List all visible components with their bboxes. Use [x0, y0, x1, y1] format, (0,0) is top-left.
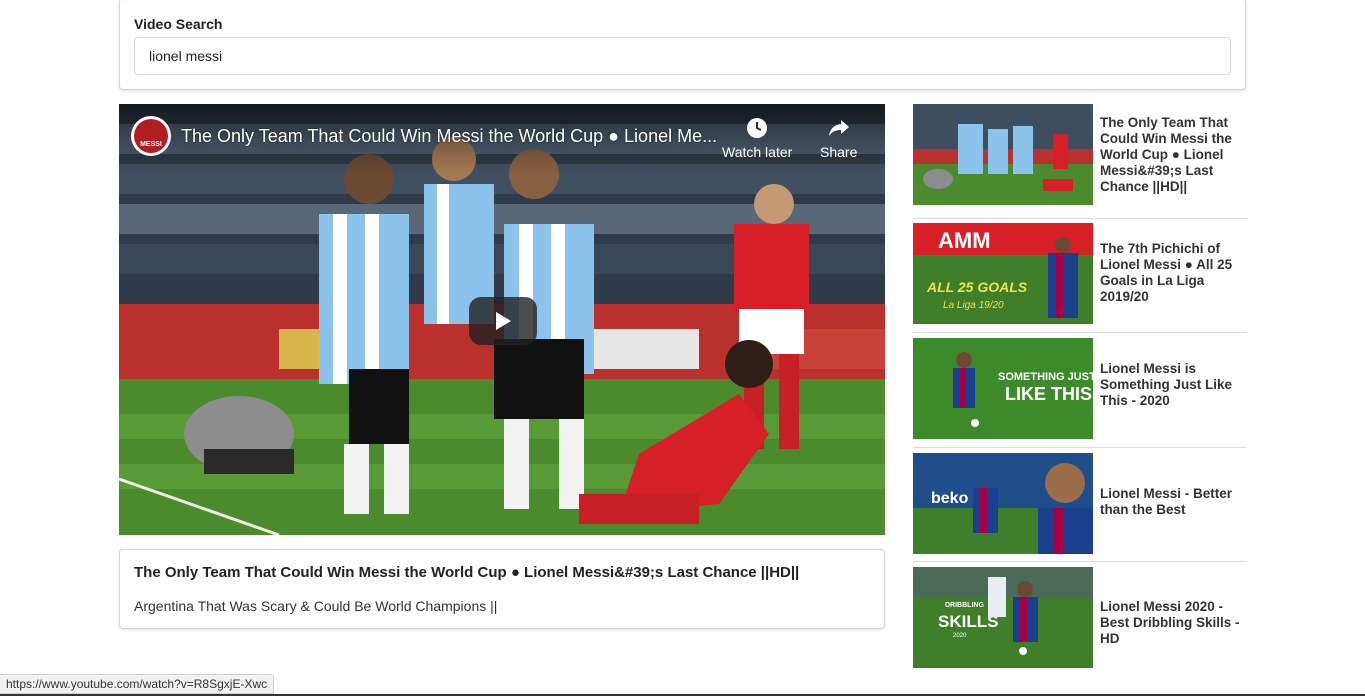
- share-arrow-icon: [828, 120, 849, 136]
- clock-icon: [747, 118, 768, 138]
- play-icon: [496, 312, 511, 330]
- watch-later-label: Watch later: [722, 144, 793, 160]
- search-input[interactable]: [134, 37, 1231, 75]
- search-card: Video Search: [119, 0, 1246, 90]
- video-list-item[interactable]: DRIBBLING SKILLS 2020 Lionel Messi 2020 …: [913, 562, 1247, 677]
- video-thumbnail: AMM ALL 25 GOALS La Liga 19/20: [913, 222, 1093, 324]
- video-list-item[interactable]: AMM ALL 25 GOALS La Liga 19/20 The 7th P…: [913, 219, 1247, 334]
- channel-avatar[interactable]: MESSI: [131, 116, 171, 156]
- video-list-item[interactable]: beko Lionel Messi - Better than the Best: [913, 448, 1247, 563]
- thumbnail-banner-text: AMM: [938, 228, 991, 253]
- video-list-item-title[interactable]: Lionel Messi - Better than the Best: [1100, 486, 1240, 518]
- thumbnail-text: beko: [931, 490, 969, 507]
- player-title[interactable]: The Only Team That Could Win Messi the W…: [181, 126, 721, 147]
- thumbnail-text: ALL 25 GOALS: [926, 279, 1028, 295]
- video-list-item-title[interactable]: Lionel Messi is Something Just Like This…: [1100, 361, 1240, 409]
- video-detail-title: The Only Team That Could Win Messi the W…: [134, 564, 800, 581]
- video-detail-description: Argentina That Was Scary & Could Be Worl…: [134, 598, 498, 614]
- video-player[interactable]: MESSI The Only Team That Could Win Messi…: [119, 104, 885, 535]
- video-thumbnail: [913, 104, 1093, 205]
- video-thumbnail: DRIBBLING SKILLS 2020: [913, 567, 1093, 669]
- video-list-item[interactable]: The Only Team That Could Win Messi the W…: [913, 104, 1247, 219]
- thumbnail-subtext: DRIBBLING: [945, 602, 984, 609]
- watch-later-button[interactable]: Watch later: [722, 116, 792, 160]
- channel-avatar-text: MESSI: [134, 119, 168, 153]
- thumbnail-text-line2: LIKE THIS: [1005, 384, 1092, 404]
- status-bar-url: https://www.youtube.com/watch?v=R8SgxjE-…: [0, 674, 275, 694]
- video-detail-card: The Only Team That Could Win Messi the W…: [119, 549, 885, 629]
- play-button[interactable]: [469, 297, 537, 345]
- thumbnail-text: SOMETHING JUST: [998, 371, 1093, 383]
- video-thumbnail: SOMETHING JUST LIKE THIS: [913, 338, 1093, 440]
- video-list-item-title[interactable]: The Only Team That Could Win Messi the W…: [1100, 115, 1240, 195]
- search-label: Video Search: [134, 16, 223, 32]
- video-list-item-title[interactable]: The 7th Pichichi of Lionel Messi ● All 2…: [1100, 241, 1240, 305]
- share-button[interactable]: Share: [820, 116, 857, 160]
- share-label: Share: [820, 144, 858, 160]
- video-list-item-title[interactable]: Lionel Messi 2020 - Best Dribbling Skill…: [1100, 599, 1240, 647]
- video-thumbnail: beko: [913, 452, 1093, 554]
- video-list-item[interactable]: SOMETHING JUST LIKE THIS Lionel Messi is…: [913, 333, 1247, 448]
- thumbnail-year: 2020: [953, 633, 967, 639]
- video-list: The Only Team That Could Win Messi the W…: [913, 104, 1247, 677]
- thumbnail-subtext: La Liga 19/20: [943, 300, 1004, 311]
